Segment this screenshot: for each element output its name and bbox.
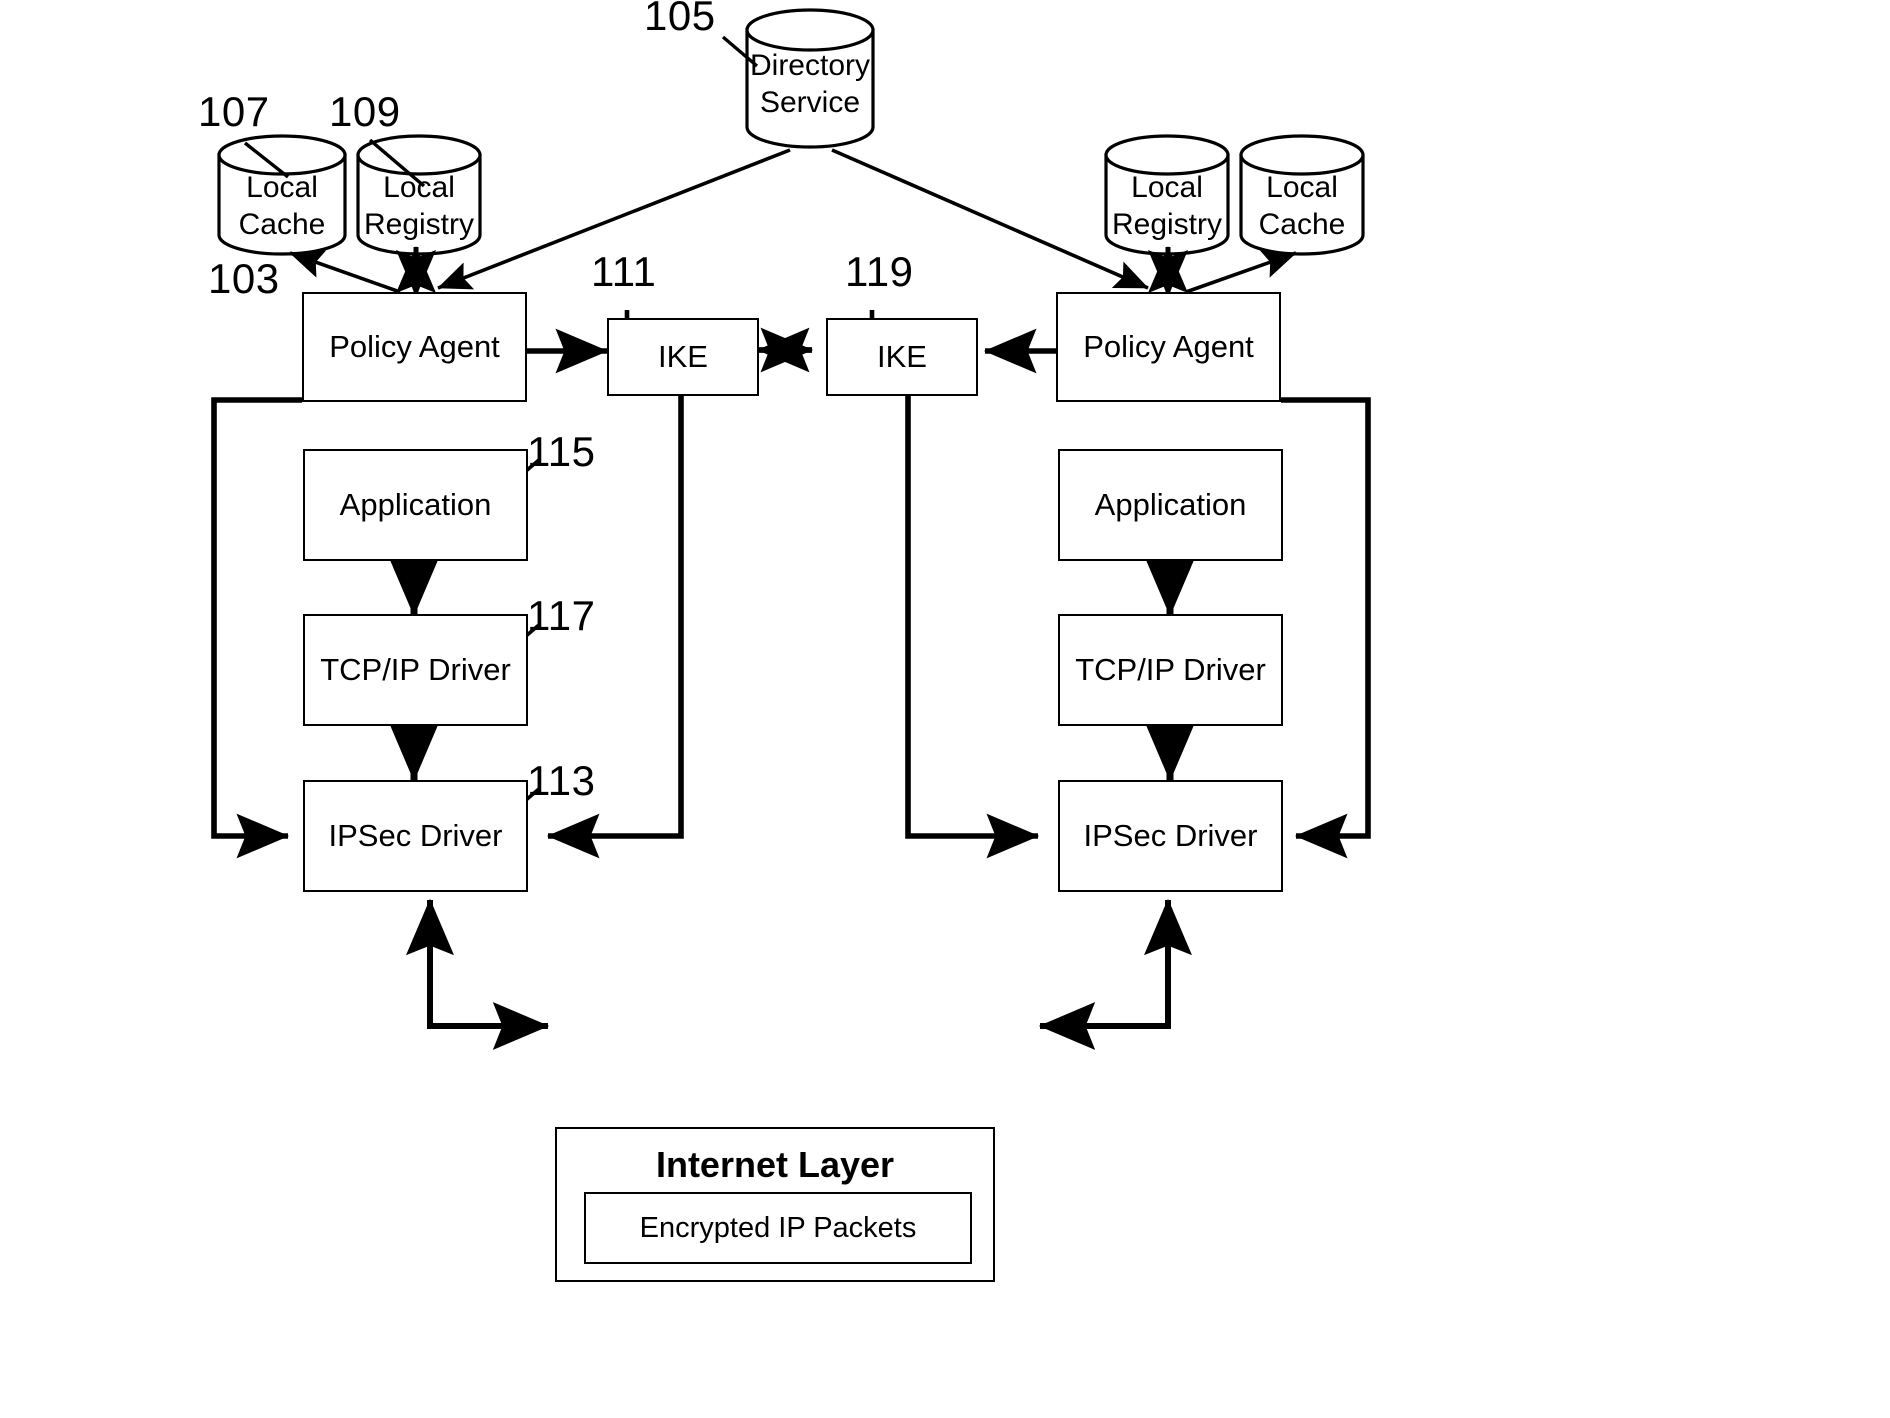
link-right-policy-agent-to-local-cache [1185,250,1297,294]
ref-numeral-115: 115 [527,428,596,475]
directory-service-line2: Service [759,85,861,119]
local-cache-left-text: Local Cache [219,170,345,243]
local-cache-left-line1: Local [246,171,318,204]
directory-service-text: Directory Service [747,48,873,121]
ref-numeral-109: 109 [329,88,401,135]
box-ipsec-driver-right[interactable]: IPSec Driver [1058,780,1283,892]
link-left-policy-agent-to-local-cache [289,250,401,294]
local-registry-left-line1: Local [383,171,455,204]
local-registry-left-text: Local Registry [358,170,480,243]
local-registry-right-text: Local Registry [1106,170,1228,243]
box-policy-agent-left[interactable]: Policy Agent [302,292,527,402]
ref-numeral-117: 117 [527,592,596,639]
local-cache-right-line2: Cache [1258,207,1346,241]
box-application-left[interactable]: Application [303,449,528,561]
internet-layer-title: Internet Layer [655,1144,895,1185]
directory-service-line1: Directory [749,49,870,82]
local-registry-right-line1: Local [1131,171,1203,204]
ref-numeral-111: 111 [591,248,657,295]
ref-numeral-103: 103 [208,255,280,302]
box-tcpip-driver-right[interactable]: TCP/IP Driver [1058,614,1283,726]
link-left-ipsec-to-internet [427,905,550,1050]
patent-diagram: Directory Service Local Cache Local Regi… [0,0,1890,1418]
box-ike-left[interactable]: IKE [607,318,759,396]
box-application-right[interactable]: Application [1058,449,1283,561]
ref-numeral-107: 107 [198,88,270,135]
ref-numeral-105: 105 [644,0,716,39]
box-policy-agent-right[interactable]: Policy Agent [1056,292,1281,402]
link-left-policy-agent-to-ipsec-loop [211,397,302,859]
local-cache-right-line1: Local [1266,171,1338,204]
ref-numeral-119: 119 [845,248,914,295]
link-right-ipsec-to-internet [1038,905,1171,1050]
link-right-policy-agent-to-ipsec-loop [1281,397,1371,859]
local-cache-right-text: Local Cache [1241,170,1363,243]
box-tcpip-driver-left[interactable]: TCP/IP Driver [303,614,528,726]
ref-numeral-113: 113 [527,757,596,804]
encrypted-ip-packets-box: Encrypted IP Packets [584,1192,972,1264]
box-ike-right[interactable]: IKE [826,318,978,396]
local-registry-left-line2: Registry [363,207,475,241]
local-cache-left-line2: Cache [238,207,326,241]
link-right-ike-to-ipsec [905,395,1040,859]
local-registry-right-line2: Registry [1111,207,1223,241]
box-ipsec-driver-left[interactable]: IPSec Driver [303,780,528,892]
